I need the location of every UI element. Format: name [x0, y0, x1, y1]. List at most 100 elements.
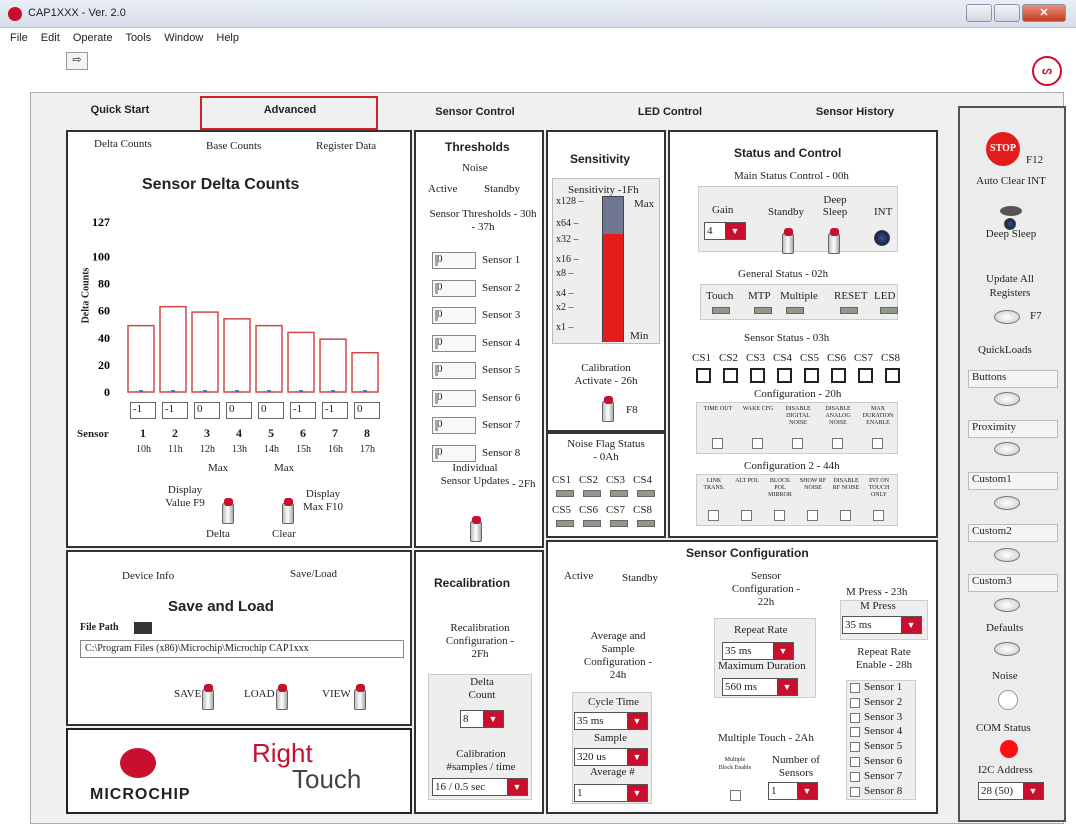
- calib-samples-select[interactable]: 16 / 0.5 sec ▼: [432, 778, 528, 796]
- threshold-input[interactable]: 0: [432, 252, 476, 269]
- tab-led-control[interactable]: LED Control: [620, 106, 720, 118]
- thresholds-noise[interactable]: Noise: [462, 162, 488, 174]
- repeat-enable-checkbox[interactable]: [850, 757, 860, 767]
- gain-select[interactable]: 4 ▼: [704, 222, 746, 240]
- repeat-enable-checkbox[interactable]: [850, 697, 860, 708]
- repeat-enable-checkbox[interactable]: [850, 683, 860, 693]
- repeat-enable-checkbox[interactable]: [850, 712, 860, 723]
- window-title: CAP1XXX - Ver. 2.0: [28, 7, 126, 19]
- sample-select[interactable]: 320 us ▼: [574, 748, 648, 766]
- menu-window[interactable]: Window: [164, 32, 203, 44]
- threshold-input[interactable]: 0: [432, 307, 476, 324]
- sensor-status-label: CS4: [773, 352, 792, 364]
- i2c-select[interactable]: 28 (50) ▼: [978, 782, 1044, 800]
- config-checkbox[interactable]: [792, 438, 803, 449]
- sensorcfg-tab-standby[interactable]: Standby: [622, 572, 658, 584]
- view-toggle[interactable]: [354, 684, 366, 710]
- config2-checkbox[interactable]: [774, 510, 785, 521]
- subtab-register-data[interactable]: Register Data: [316, 140, 376, 152]
- general-status-label: RESET: [834, 290, 868, 302]
- sensorcfg-tab-active[interactable]: Active: [564, 570, 593, 582]
- quickload-proximity-button[interactable]: [994, 442, 1020, 456]
- repeat-rate-select[interactable]: 35 ms ▼: [722, 642, 794, 660]
- config2-checkbox[interactable]: [873, 510, 884, 521]
- threshold-input[interactable]: 0: [432, 389, 476, 407]
- noise-flag-led: [637, 490, 655, 497]
- tab-sensor-control[interactable]: Sensor Control: [420, 106, 530, 118]
- save-toggle[interactable]: [202, 684, 214, 710]
- tab-device-info[interactable]: Device Info: [122, 570, 174, 582]
- auto-clear-toggle[interactable]: [1000, 206, 1022, 216]
- menu-edit[interactable]: Edit: [41, 32, 60, 44]
- config-checkbox[interactable]: [872, 438, 883, 449]
- quickload-custom1-label: Custom1: [968, 472, 1058, 490]
- config2-checkbox[interactable]: [741, 510, 752, 521]
- mpress-select[interactable]: 35 ms ▼: [842, 616, 922, 634]
- quickload-custom2-button[interactable]: [994, 548, 1020, 562]
- load-toggle[interactable]: [276, 684, 288, 710]
- threshold-input[interactable]: 0: [432, 334, 476, 352]
- subtab-base-counts[interactable]: Base Counts: [206, 140, 261, 152]
- config-checkbox[interactable]: [832, 438, 843, 449]
- calibration-toggle[interactable]: [602, 396, 614, 422]
- microchip-logo-text: MICROCHIP: [90, 786, 191, 803]
- sensor-status-label: CS3: [746, 352, 765, 364]
- config-checkbox[interactable]: [752, 438, 763, 449]
- config-checkbox[interactable]: [712, 438, 723, 449]
- repeat-enable-checkbox[interactable]: [850, 786, 860, 797]
- run-arrow-button[interactable]: ⇨: [66, 52, 88, 70]
- average-select[interactable]: 1 ▼: [574, 784, 648, 802]
- stop-button[interactable]: STOP: [986, 132, 1020, 166]
- delta-marker: [331, 390, 335, 392]
- delta-count-select[interactable]: 8 ▼: [460, 710, 504, 728]
- num-sensors-select[interactable]: 1 ▼: [768, 782, 818, 800]
- quickload-custom3-button[interactable]: [994, 598, 1020, 612]
- display-max-toggle[interactable]: [282, 498, 294, 524]
- repeat-enable-checkbox[interactable]: [850, 727, 860, 738]
- config2-checkbox[interactable]: [807, 510, 818, 521]
- update-all-label: Update All Registers: [986, 273, 1034, 299]
- maximize-button[interactable]: [994, 4, 1020, 22]
- sensor-status-label: CS8: [881, 352, 900, 364]
- quickload-custom1-button[interactable]: [994, 496, 1020, 510]
- max-duration-select[interactable]: 560 ms ▼: [722, 678, 798, 696]
- tab-save-load[interactable]: Save/Load: [290, 568, 337, 580]
- display-value-toggle[interactable]: [222, 498, 234, 524]
- tab-quick-start[interactable]: Quick Start: [70, 104, 170, 116]
- threshold-input[interactable]: 0: [432, 279, 476, 297]
- config-option-label: MAX DURATION ENABLE: [862, 406, 894, 426]
- threshold-input[interactable]: 0: [432, 444, 476, 462]
- config2-checkbox[interactable]: [840, 510, 851, 521]
- close-button[interactable]: ✕: [1022, 4, 1066, 22]
- repeat-enable-checkbox[interactable]: [850, 742, 860, 753]
- noise-flag-label: CS1: [552, 474, 571, 486]
- deep-sleep-toggle[interactable]: [828, 228, 840, 254]
- quickload-buttons-button[interactable]: [994, 392, 1020, 406]
- threshold-input[interactable]: 0: [432, 417, 476, 434]
- menu-tools[interactable]: Tools: [125, 32, 151, 44]
- tab-advanced[interactable]: Advanced: [240, 104, 340, 116]
- folder-icon[interactable]: [134, 622, 152, 634]
- minimize-button[interactable]: [966, 4, 992, 22]
- menu-help[interactable]: Help: [216, 32, 239, 44]
- menu-file[interactable]: File: [10, 32, 28, 44]
- threshold-input[interactable]: 0: [432, 362, 476, 379]
- config2-checkbox[interactable]: [708, 510, 719, 521]
- repeat-enable-checkbox[interactable]: [850, 771, 860, 782]
- multi-block-checkbox[interactable]: [730, 790, 741, 801]
- thresholds-tab-standby[interactable]: Standby: [484, 183, 520, 195]
- individual-updates-toggle[interactable]: [470, 516, 482, 542]
- defaults-button[interactable]: [994, 642, 1020, 656]
- tab-sensor-history[interactable]: Sensor History: [800, 106, 910, 118]
- menu-operate[interactable]: Operate: [73, 32, 113, 44]
- cycle-time-select[interactable]: 35 ms ▼: [574, 712, 648, 730]
- subtab-delta-counts[interactable]: Delta Counts: [94, 138, 152, 150]
- noise-flag-label: CS6: [579, 504, 598, 516]
- file-path-input[interactable]: C:\Program Files (x86)\Microchip\Microch…: [80, 640, 404, 658]
- sensor-register-label: 10h: [136, 444, 151, 455]
- update-all-button[interactable]: [994, 310, 1020, 324]
- sensor-status-box: [696, 368, 711, 383]
- sensor-status-label: CS5: [800, 352, 819, 364]
- thresholds-tab-active[interactable]: Active: [428, 183, 457, 195]
- standby-toggle[interactable]: [782, 228, 794, 254]
